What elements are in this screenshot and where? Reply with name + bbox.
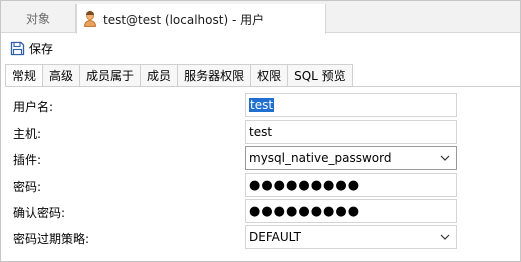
general-form: 用户名: test 主机: test 插件: mysql_native_pass…	[2, 87, 520, 261]
password-expire-row: 密码过期策略: DEFAULT	[2, 225, 520, 249]
tab-member-of[interactable]: 成员属于	[80, 64, 142, 87]
password-expire-value: DEFAULT	[249, 230, 301, 244]
save-button-label: 保存	[29, 41, 54, 56]
username-field[interactable]: test	[245, 93, 457, 117]
tab-members[interactable]: 成员	[141, 64, 179, 87]
confirm-password-label: 确认密码:	[13, 206, 66, 220]
chevron-down-icon	[440, 234, 450, 240]
confirm-password-field[interactable]: ●●●●●●●●●	[245, 199, 457, 223]
confirm-password-value: ●●●●●●●●●	[249, 203, 361, 219]
tab-server-privileges[interactable]: 服务器权限	[178, 64, 252, 87]
toolbar: 保存	[1, 34, 520, 62]
username-row: 用户名: test	[2, 93, 520, 117]
tab-general[interactable]: 常规	[5, 64, 44, 87]
password-expire-select[interactable]: DEFAULT	[245, 225, 457, 249]
property-tabs: 常规 高级 成员属于 成员 服务器权限 权限 SQL 预览	[5, 64, 353, 87]
save-button[interactable]: 保存	[8, 37, 55, 59]
password-label: 密码:	[13, 180, 42, 194]
host-field[interactable]: test	[245, 120, 457, 144]
host-row: 主机: test	[2, 120, 520, 144]
tab-user-editor[interactable]: test@test (localhost) - 用户	[76, 4, 326, 34]
tab-sql-preview[interactable]: SQL 预览	[288, 64, 353, 87]
save-icon	[10, 41, 25, 55]
username-label: 用户名:	[13, 100, 54, 114]
plugin-select[interactable]: mysql_native_password	[245, 146, 457, 170]
password-value: ●●●●●●●●●	[249, 177, 361, 193]
tab-privileges[interactable]: 权限	[251, 64, 289, 87]
password-expire-label: 密码过期策略:	[13, 232, 90, 246]
host-value: test	[249, 125, 273, 139]
chevron-down-icon	[440, 155, 450, 161]
window: 对象 test@test (localhost) - 用户 保存 常规 高级 成…	[0, 0, 521, 262]
tab-objects[interactable]: 对象	[1, 4, 76, 33]
tab-user-editor-label: test@test (localhost) - 用户	[103, 12, 265, 27]
host-label: 主机:	[13, 127, 42, 141]
document-tab-strip: 对象 test@test (localhost) - 用户	[1, 1, 520, 34]
password-row: 密码: ●●●●●●●●●	[2, 173, 520, 197]
confirm-password-row: 确认密码: ●●●●●●●●●	[2, 199, 520, 223]
plugin-value: mysql_native_password	[249, 151, 392, 165]
plugin-label: 插件:	[13, 153, 42, 167]
password-field[interactable]: ●●●●●●●●●	[245, 173, 457, 197]
plugin-row: 插件: mysql_native_password	[2, 146, 520, 170]
user-icon	[82, 11, 98, 27]
tab-advanced[interactable]: 高级	[43, 64, 81, 87]
username-value: test	[249, 98, 275, 112]
